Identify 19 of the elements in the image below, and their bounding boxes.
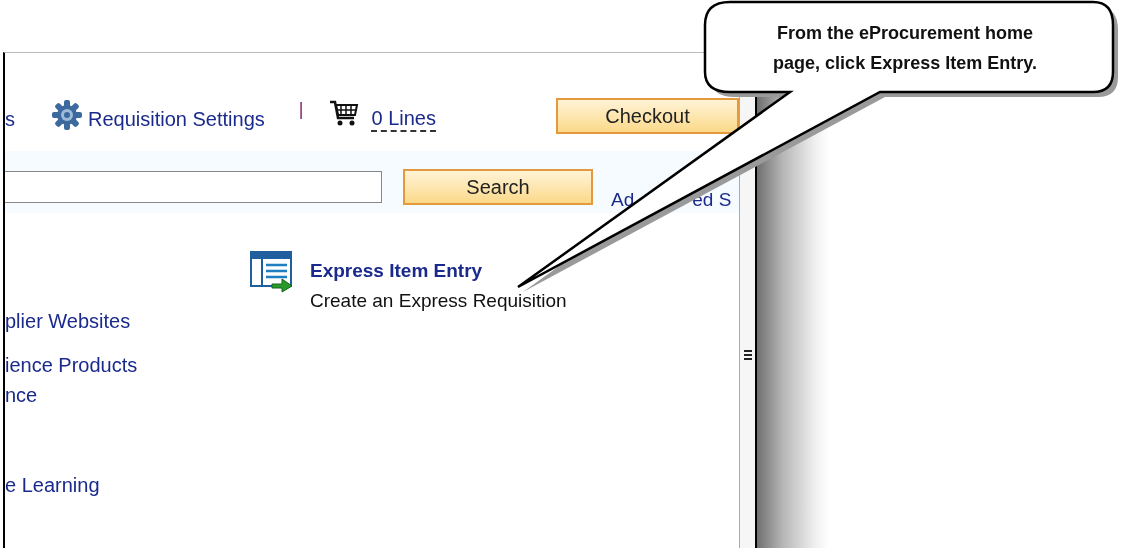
menu-link[interactable]: e Learning xyxy=(5,470,250,500)
search-button[interactable]: Search xyxy=(403,169,593,205)
menu-link[interactable]: nce xyxy=(5,380,250,410)
requisition-settings-link[interactable]: Requisition Settings xyxy=(88,107,265,131)
express-item-entry-link[interactable]: Express Item Entry xyxy=(310,255,567,287)
grip-icon xyxy=(743,349,752,361)
callout-text: From the eProcurement home page, click Express Item Entry. xyxy=(772,22,1038,75)
gear-icon xyxy=(51,99,83,131)
checkout-button[interactable]: Checkout xyxy=(556,98,739,134)
separator: | xyxy=(298,99,304,120)
search-field[interactable] xyxy=(5,171,382,203)
advanced-search-link-part[interactable]: Ad xyxy=(611,189,635,211)
form-arrow-icon xyxy=(250,251,294,293)
menu-link[interactable]: ience Products xyxy=(5,350,250,380)
express-item-description: Create an Express Requisition xyxy=(310,289,567,313)
partial-link[interactable]: s xyxy=(5,107,15,131)
cart-icon xyxy=(329,99,360,127)
menu-link[interactable]: plier Websites xyxy=(5,306,250,336)
cart-lines-link[interactable]: 0 Lines xyxy=(371,106,436,132)
